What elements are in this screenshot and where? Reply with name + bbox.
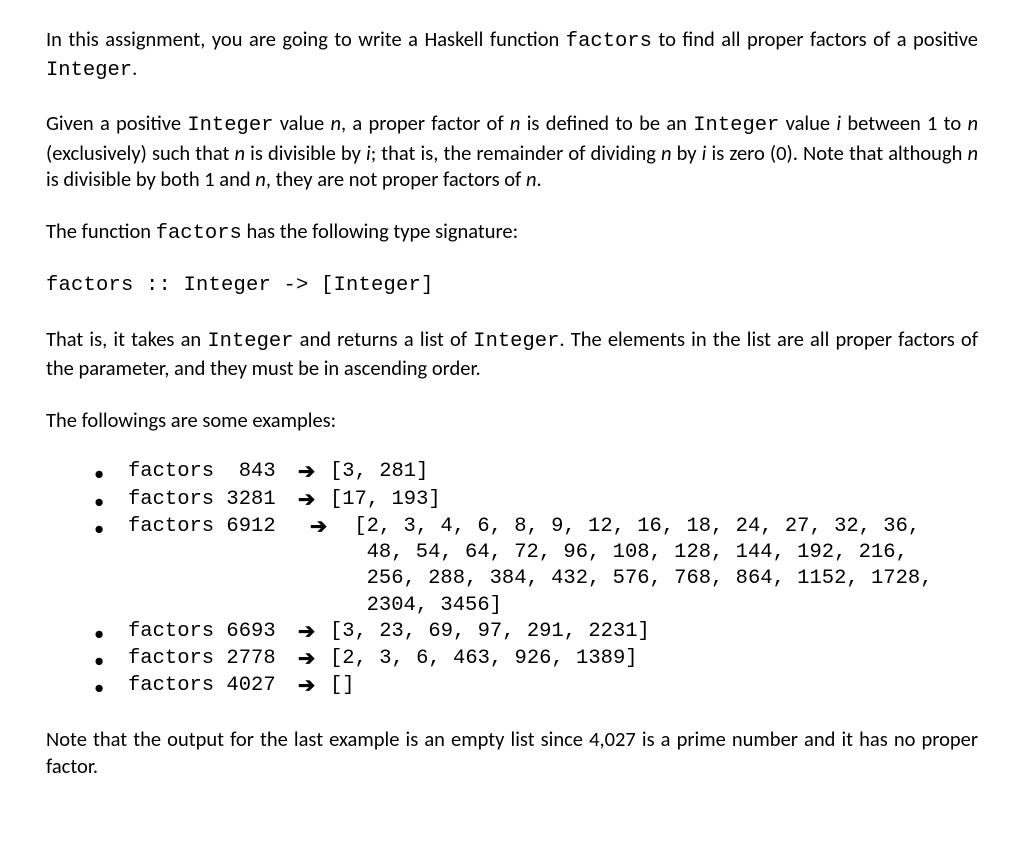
result-line: 2304, 3456]: [342, 593, 978, 619]
var-n: n: [526, 166, 537, 192]
text: value: [273, 110, 330, 136]
var-n: n: [330, 110, 341, 136]
intro-paragraph-1: In this assignment, you are going to wri…: [46, 26, 978, 84]
arrow-icon: ➔: [298, 619, 330, 645]
list-item: • factors 6693 ➔ [3, 23, 69, 97, 291, 22…: [94, 619, 978, 646]
var-n: n: [510, 110, 521, 136]
list-item: • factors 843 ➔ [3, 281]: [94, 459, 978, 486]
bullet-icon: •: [94, 514, 128, 541]
text: The function: [46, 218, 156, 244]
code-integer: Integer: [207, 330, 293, 353]
type-sig-explain: That is, it takes an Integer and returns…: [46, 326, 978, 381]
arrow-icon: ➔: [310, 514, 342, 540]
example-call: factors 6693: [128, 619, 298, 645]
text: That is, it takes an: [46, 326, 207, 352]
text: .: [537, 166, 542, 192]
example-result: [3, 281]: [330, 459, 978, 485]
text: is divisible by: [245, 140, 366, 166]
text: by: [672, 140, 702, 166]
bullet-icon: •: [94, 487, 128, 514]
examples-list: • factors 843 ➔ [3, 281] • factors 3281 …: [94, 459, 978, 700]
var-n: n: [255, 166, 266, 192]
bullet-icon: •: [94, 673, 128, 700]
text: value: [779, 110, 836, 136]
result-line: 48, 54, 64, 72, 96, 108, 128, 144, 192, …: [342, 540, 978, 566]
text: is divisible by both 1 and: [46, 166, 255, 192]
example-result: [3, 23, 69, 97, 291, 2231]: [330, 619, 978, 645]
code-integer: Integer: [46, 59, 132, 82]
text: is zero (0). Note that although: [706, 140, 967, 166]
text: has the following type signature:: [242, 218, 518, 244]
text: (exclusively) such that: [46, 140, 235, 166]
arrow-icon: ➔: [298, 646, 330, 672]
bullet-icon: •: [94, 646, 128, 673]
example-call: factors 3281: [128, 487, 298, 513]
example-result: [17, 193]: [330, 487, 978, 513]
var-n: n: [661, 140, 672, 166]
examples-intro: The followings are some examples:: [46, 407, 978, 433]
arrow-icon: ➔: [298, 673, 330, 699]
arrow-icon: ➔: [298, 459, 330, 485]
arrow-icon: ➔: [298, 487, 330, 513]
example-result: [2, 3, 4, 6, 8, 9, 12, 16, 18, 24, 27, 3…: [342, 514, 978, 619]
code-factors: factors: [566, 30, 652, 53]
var-n: n: [967, 140, 978, 166]
text: ; that is, the remainder of dividing: [371, 140, 661, 166]
bullet-icon: •: [94, 619, 128, 646]
text: is defined to be an: [520, 110, 693, 136]
text: In this assignment, you are going to wri…: [46, 26, 566, 52]
text: to find all proper factors of a positive: [652, 26, 978, 52]
type-sig-intro: The function factors has the following t…: [46, 218, 978, 247]
list-item: • factors 3281 ➔ [17, 193]: [94, 487, 978, 514]
example-call: factors 4027: [128, 673, 298, 699]
bullet-icon: •: [94, 459, 128, 486]
example-call: factors 2778: [128, 646, 298, 672]
intro-paragraph-2: Given a positive Integer value n, a prop…: [46, 110, 978, 192]
example-result: []: [330, 673, 978, 699]
text: Given a positive: [46, 110, 187, 136]
code-integer: Integer: [693, 114, 779, 137]
result-line: 256, 288, 384, 432, 576, 768, 864, 1152,…: [342, 566, 978, 592]
var-n: n: [967, 110, 978, 136]
text: , a proper factor of: [341, 110, 510, 136]
closing-note: Note that the output for the last exampl…: [46, 726, 978, 778]
text: between 1 to: [841, 110, 967, 136]
list-item: • factors 4027 ➔ []: [94, 673, 978, 700]
code-factors: factors: [156, 222, 242, 245]
text: , they are not proper factors of: [266, 166, 526, 192]
code-integer: Integer: [473, 330, 559, 353]
type-signature: factors :: Integer -> [Integer]: [46, 273, 978, 299]
result-line: [2, 3, 4, 6, 8, 9, 12, 16, 18, 24, 27, 3…: [342, 514, 978, 540]
example-call: factors 6912: [128, 514, 310, 540]
text: and returns a list of: [293, 326, 473, 352]
text: .: [132, 55, 137, 81]
var-n: n: [235, 140, 246, 166]
list-item: • factors 6912 ➔ [2, 3, 4, 6, 8, 9, 12, …: [94, 514, 978, 619]
example-result: [2, 3, 6, 463, 926, 1389]: [330, 646, 978, 672]
example-call: factors 843: [128, 459, 298, 485]
code-integer: Integer: [187, 114, 273, 137]
list-item: • factors 2778 ➔ [2, 3, 6, 463, 926, 138…: [94, 646, 978, 673]
